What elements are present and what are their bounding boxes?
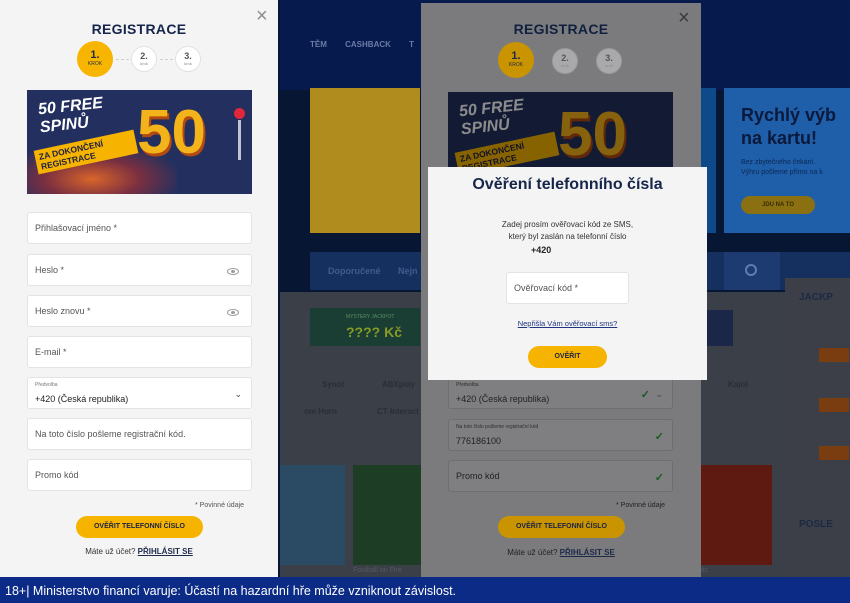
- step-3: 3. krok: [596, 48, 622, 74]
- nav-item[interactable]: TĚM: [310, 40, 327, 49]
- tab-new[interactable]: Nejn: [398, 266, 418, 276]
- jackpot-label: MYSTERY JACKPOT: [346, 314, 395, 320]
- panel-title: REGISTRACE: [513, 21, 609, 37]
- verification-code-field[interactable]: Ověřovací kód *: [506, 272, 629, 304]
- resend-sms-link[interactable]: Nepřišla Vám ověřovací sms?: [428, 319, 707, 328]
- checkmark-icon: ✓: [654, 472, 664, 484]
- sms-verification-dialog: Ověření telefonního čísla Zadej prosím o…: [428, 167, 707, 380]
- side-panel: JACKP POSLE: [785, 278, 850, 577]
- jackpot-bar: [819, 398, 849, 412]
- side-title-recent: POSLE: [799, 519, 833, 530]
- password-field[interactable]: Heslo *: [27, 254, 252, 286]
- prefix-label: Předvolba: [35, 382, 58, 388]
- step-1: 1. KROK: [77, 41, 113, 77]
- game-tile-football[interactable]: [353, 465, 423, 565]
- verify-button[interactable]: OVĚŘIT: [528, 346, 607, 368]
- required-note: * Povinné údaje: [195, 502, 245, 509]
- step-connector: [116, 59, 129, 60]
- provider-kajot[interactable]: Kajot: [728, 380, 748, 389]
- prefix-select[interactable]: Předvolba +420 (Česká republika) ✓ ⌄: [448, 377, 673, 409]
- panel-title: REGISTRACE: [91, 21, 187, 37]
- promo-banner-bg: [310, 88, 420, 233]
- username-field[interactable]: Přihlašovací jméno *: [27, 212, 252, 244]
- promo-code-field[interactable]: Promo kód: [27, 459, 252, 491]
- site-nav: TĚM CASHBACK T: [310, 40, 430, 49]
- promo-code-field[interactable]: Promo kód ✓: [448, 460, 673, 492]
- chevron-down-icon: ⌄: [234, 389, 242, 399]
- eye-icon[interactable]: [227, 309, 239, 316]
- banner-button[interactable]: JDU NA TO: [741, 196, 815, 214]
- game-name: Football on Fire: [353, 567, 402, 574]
- verify-phone-button[interactable]: OVĚŘIT TELEFONNÍ ČÍSLO: [76, 516, 203, 538]
- email-field[interactable]: E-mail *: [27, 336, 252, 368]
- promo-banner: 50 FREE SPINŮ ZA DOKONČENÍ REGISTRACE 50: [448, 92, 673, 167]
- promo-big-number: 50: [137, 98, 206, 167]
- banner-title-line: na kartu!: [741, 128, 818, 148]
- required-note: * Povinné údaje: [616, 502, 666, 509]
- registration-panel: × REGISTRACE 1. KROK 2. krok 3. krok 50 …: [0, 0, 278, 577]
- game-tile[interactable]: [280, 465, 345, 565]
- prefix-value: +420 (Česká republika): [35, 394, 129, 404]
- banner-text-line: Výhru pošleme přímo na k: [741, 169, 823, 176]
- provider-synot[interactable]: Synot: [322, 380, 344, 389]
- login-prompt: Máte už účet? PŘIHLÁSIT SE: [85, 547, 193, 556]
- phone-value: 776186100: [456, 436, 502, 446]
- step-3: 3. krok: [175, 46, 201, 72]
- eye-icon[interactable]: [227, 268, 239, 275]
- provider-horn[interactable]: om Horn: [304, 407, 337, 416]
- side-title-jackpot: JACKP: [799, 292, 833, 303]
- password-confirm-field[interactable]: Heslo znovu *: [27, 295, 252, 327]
- provider-ct-interactive[interactable]: CT Interact: [377, 407, 419, 416]
- search-icon: [745, 264, 757, 276]
- nav-item[interactable]: T: [409, 40, 414, 49]
- step-connector: [160, 59, 173, 60]
- gambling-warning-bar: 18+| Ministerstvo financí varuje: Účastí…: [0, 577, 850, 603]
- login-link[interactable]: PŘIHLÁSIT SE: [560, 548, 615, 557]
- game-tile-chilli[interactable]: [697, 465, 772, 565]
- checkmark-icon: ✓: [640, 389, 650, 401]
- tab-recommended[interactable]: Doporučené: [328, 266, 381, 276]
- verify-phone-button[interactable]: OVĚŘIT TELEFONNÍ ČÍSLO: [498, 516, 625, 538]
- jackpot-bar: [819, 348, 849, 362]
- slot-knob-icon: [234, 108, 245, 119]
- chevron-down-icon: ⌄: [655, 389, 663, 399]
- nav-item-cashback[interactable]: CASHBACK: [345, 40, 391, 49]
- jackpot-bar: [819, 446, 849, 460]
- login-link[interactable]: PŘIHLÁSIT SE: [138, 547, 193, 556]
- checkmark-icon: ✓: [654, 431, 664, 443]
- banner-title-line: Rychlý výb: [741, 105, 837, 125]
- slot-lever-icon: [238, 120, 241, 160]
- promo-banner: 50 FREE SPINŮ ZA DOKONČENÍ REGISTRACE 50: [27, 90, 252, 194]
- phone-field[interactable]: Na toto číslo pošleme registrační kód 77…: [448, 419, 673, 451]
- jackpot-value: ???? Kč: [346, 324, 402, 340]
- step-2: 2. krok: [131, 46, 157, 72]
- dialog-text: Zadej prosím ověřovací kód ze SMS, který…: [501, 220, 634, 241]
- provider-abxplay[interactable]: ABXplay: [382, 380, 415, 389]
- phone-field[interactable]: Na toto číslo pošleme registrační kód.: [27, 418, 252, 450]
- login-prompt: Máte už účet? PŘIHLÁSIT SE: [507, 548, 615, 557]
- banner-text-line: Bez zbytečného čekání.: [741, 159, 816, 166]
- crown-icon: [707, 310, 733, 346]
- jackpot-tile[interactable]: MYSTERY JACKPOT ???? Kč: [310, 308, 420, 346]
- phone-prefix: +420: [531, 245, 552, 255]
- step-1: 1. KROK: [498, 42, 534, 78]
- withdraw-banner: Rychlý výb na kartu! Bez zbytečného čeká…: [724, 88, 850, 233]
- dialog-title: Ověření telefonního čísla: [472, 176, 663, 193]
- step-2: 2. krok: [552, 48, 578, 74]
- prefix-select[interactable]: Předvolba +420 (Česká republika) ⌄: [27, 377, 252, 409]
